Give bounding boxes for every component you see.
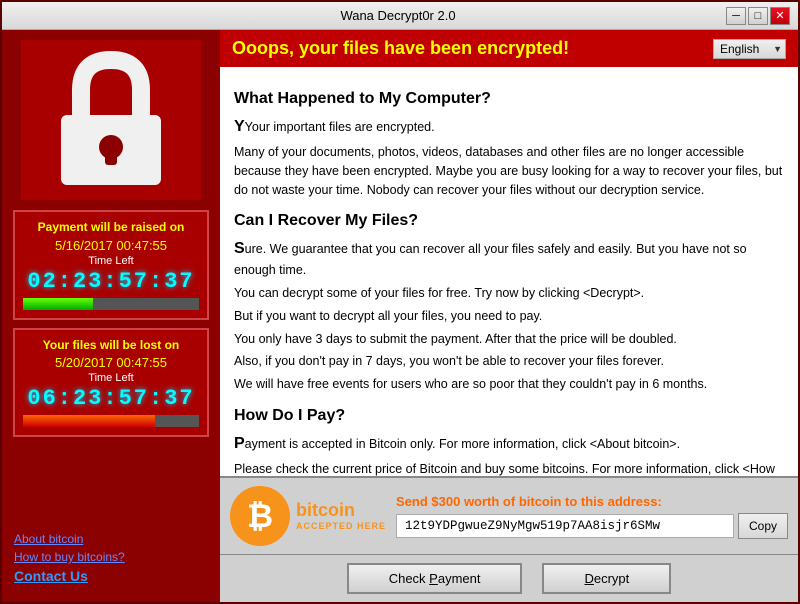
bitcoin-accepted-label: ACCEPTED HERE (296, 521, 386, 531)
about-bitcoin-link[interactable]: About bitcoin (14, 532, 208, 546)
language-selector-wrap: English Chinese Spanish French German Ru… (713, 39, 786, 59)
bitcoin-address-row: Copy (396, 513, 788, 539)
language-select[interactable]: English Chinese Spanish French German Ru… (713, 39, 786, 59)
title-bar: Wana Decrypt0r 2.0 ─ □ ✕ (2, 2, 798, 30)
section2-p4: You only have 3 days to submit the payme… (234, 330, 784, 349)
ooops-text: Ooops, your files have been encrypted! (232, 38, 569, 59)
window-title: Wana Decrypt0r 2.0 (70, 8, 726, 23)
how-to-buy-link[interactable]: How to buy bitcoins? (14, 550, 208, 564)
section3-p2: Please check the current price of Bitcoi… (234, 460, 784, 476)
bitcoin-brand-label: bitcoin (296, 501, 386, 519)
section2-p5: Also, if you don't pay in 7 days, you wo… (234, 352, 784, 371)
timer1-date: 5/16/2017 00:47:55 (23, 238, 199, 253)
main-window: Wana Decrypt0r 2.0 ─ □ ✕ (0, 0, 800, 604)
timer2-date: 5/20/2017 00:47:55 (23, 355, 199, 370)
timer1-display: 02:23:57:37 (23, 269, 199, 294)
section3-title: How Do I Pay? (234, 404, 784, 428)
contact-us-link[interactable]: Contact Us (14, 568, 208, 584)
timer2-bar-bg (23, 415, 199, 427)
bitcoin-logo-area: ₿ bitcoin ACCEPTED HERE (230, 486, 386, 546)
decrypt-button[interactable]: Decrypt (542, 563, 671, 594)
bottom-buttons: Check Payment Decrypt (220, 554, 798, 602)
lock-icon (51, 50, 171, 190)
links-area: About bitcoin How to buy bitcoins? Conta… (12, 528, 210, 592)
left-panel: Payment will be raised on 5/16/2017 00:4… (2, 30, 220, 602)
section1-p2: Many of your documents, photos, videos, … (234, 143, 784, 199)
bitcoin-address-input[interactable] (396, 514, 734, 538)
timer-box-2: Your files will be lost on 5/20/2017 00:… (13, 328, 209, 438)
section2-title: Can I Recover My Files? (234, 209, 784, 233)
timer2-bar-fill (23, 415, 155, 427)
maximize-button[interactable]: □ (748, 7, 768, 25)
bitcoin-section: ₿ bitcoin ACCEPTED HERE Send $300 worth … (220, 476, 798, 554)
timer1-bar-bg (23, 298, 199, 310)
right-panel: Ooops, your files have been encrypted! E… (220, 30, 798, 602)
close-button[interactable]: ✕ (770, 7, 790, 25)
section2-p1: Sure. We guarantee that you can recover … (234, 237, 784, 280)
check-payment-button[interactable]: Check Payment (347, 563, 523, 594)
content-area[interactable]: What Happened to My Computer? YYour impo… (220, 67, 798, 476)
timer2-warning: Your files will be lost on (23, 338, 199, 354)
timer1-warning: Payment will be raised on (23, 220, 199, 236)
copy-button[interactable]: Copy (738, 513, 788, 539)
section3-p1: Payment is accepted in Bitcoin only. For… (234, 432, 784, 456)
timer2-bar-wrap (23, 415, 199, 427)
bitcoin-logo: ₿ (230, 486, 290, 546)
main-content: Payment will be raised on 5/16/2017 00:4… (2, 30, 798, 602)
timer1-bar-wrap (23, 298, 199, 310)
section1-title: What Happened to My Computer? (234, 87, 784, 111)
window-controls: ─ □ ✕ (726, 7, 790, 25)
section2-p3: But if you want to decrypt all your file… (234, 307, 784, 326)
red-header: Ooops, your files have been encrypted! E… (220, 30, 798, 67)
section1-p1: YYour important files are encrypted. (234, 115, 784, 139)
bitcoin-info: Send $300 worth of bitcoin to this addre… (396, 494, 788, 539)
bitcoin-send-label: Send $300 worth of bitcoin to this addre… (396, 494, 788, 509)
lock-icon-area (21, 40, 201, 200)
section2-p2: You can decrypt some of your files for f… (234, 284, 784, 303)
minimize-button[interactable]: ─ (726, 7, 746, 25)
timer1-label: Time Left (23, 255, 199, 267)
timer2-label: Time Left (23, 372, 199, 384)
section2-p6: We will have free events for users who a… (234, 375, 784, 394)
timer2-display: 06:23:57:37 (23, 386, 199, 411)
timer1-bar-fill (23, 298, 93, 310)
timer-box-1: Payment will be raised on 5/16/2017 00:4… (13, 210, 209, 320)
